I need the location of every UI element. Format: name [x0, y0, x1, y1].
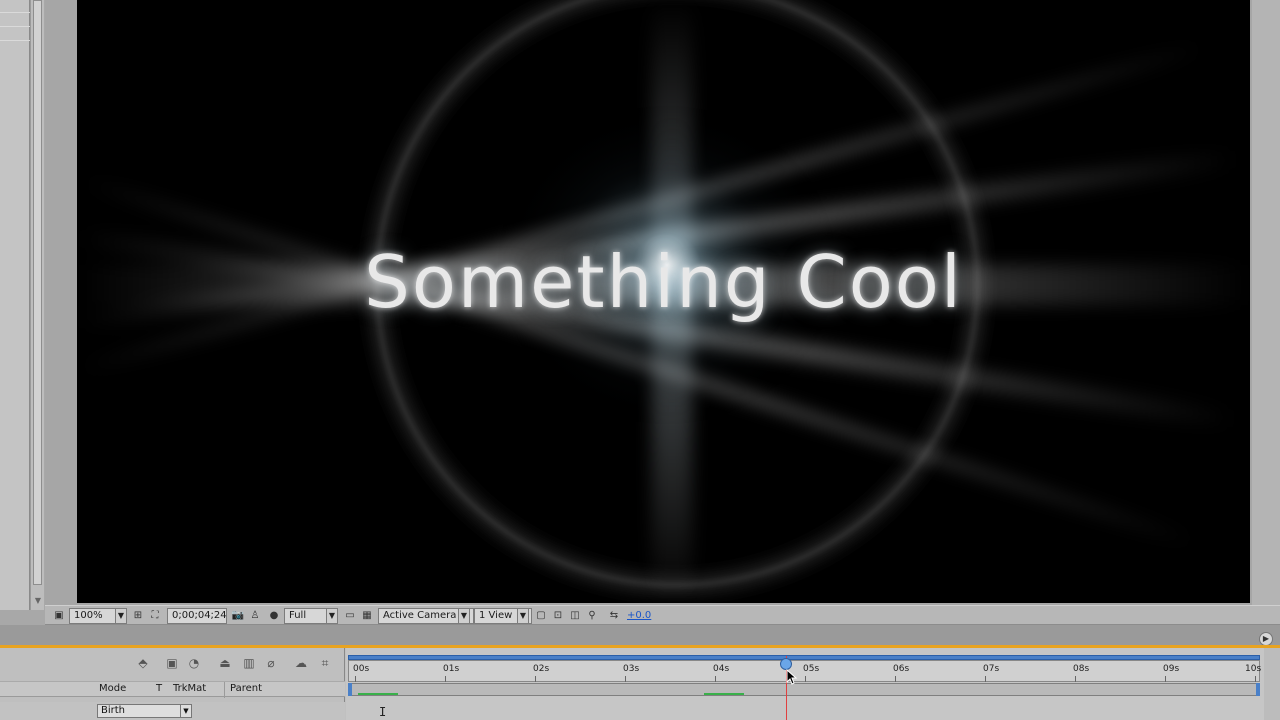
ruler-tick: [895, 676, 896, 682]
snapshot-icon[interactable]: 📷: [231, 609, 245, 623]
motion-blur-icon[interactable]: ⌀: [262, 655, 280, 671]
keyframe-marker[interactable]: [704, 693, 744, 695]
t-column-header[interactable]: T: [156, 683, 162, 694]
time-graph[interactable]: 00s 01s 02s 03s 04s 05s 06s 07s 08s 09s 10s I: [346, 648, 1280, 720]
ruler-tick: [625, 676, 626, 682]
time-ruler[interactable]: 00s 01s 02s 03s 04s 05s 06s 07s 08s 09s 10s: [348, 660, 1262, 682]
layer-mode-value: Birth: [101, 705, 126, 716]
ruler-tick: [355, 676, 356, 682]
graph-editor-icon[interactable]: ⌗: [316, 655, 334, 671]
ruler-tick: [985, 676, 986, 682]
chevron-down-icon[interactable]: ▼: [326, 608, 338, 624]
ruler-tick: [1255, 676, 1256, 682]
ruler-tick-label: 09s: [1163, 664, 1180, 674]
current-time-display[interactable]: 0;00;04;24: [167, 608, 227, 624]
transparency-grid-icon[interactable]: ▦: [360, 609, 374, 623]
ruler-tick-label: 07s: [983, 664, 1000, 674]
ruler-tick-label: 08s: [1073, 664, 1090, 674]
ruler-tick: [1165, 676, 1166, 682]
region-of-interest-icon[interactable]: ▭: [343, 609, 357, 623]
parent-column-header[interactable]: Parent: [230, 683, 262, 694]
layer-row: Birth ▼: [0, 702, 345, 720]
grid-guides-icon[interactable]: ⊞: [131, 609, 145, 623]
draft-3d-icon[interactable]: ◔: [185, 655, 203, 671]
show-snapshot-icon[interactable]: ♙: [248, 609, 262, 623]
toggle-pixel-aspect-icon[interactable]: ▢: [534, 609, 548, 623]
always-preview-icon[interactable]: ▣: [52, 609, 66, 623]
chevron-down-icon[interactable]: ▼: [115, 608, 127, 624]
chevron-down-icon[interactable]: ▼: [517, 608, 529, 624]
channel-icon[interactable]: ●: [267, 609, 281, 623]
flowchart-icon[interactable]: ⚲: [585, 609, 599, 623]
ruler-tick: [715, 676, 716, 682]
ruler-tick-label: 01s: [443, 664, 460, 674]
composition-panel-edge: [1252, 0, 1280, 605]
ruler-tick: [1075, 676, 1076, 682]
reset-exposure-icon[interactable]: ⇆: [607, 609, 621, 623]
composition-mini-flowchart-icon[interactable]: ⬘: [134, 655, 152, 671]
ruler-tick-label: 10s: [1245, 664, 1262, 674]
close-icon[interactable]: ▶: [1259, 632, 1273, 646]
ruler-tick: [445, 676, 446, 682]
scroll-down-icon[interactable]: ▼: [33, 596, 43, 606]
timeline-panel: ⬘ ▣ ◔ ⏏ ▥ ⌀ ☁ ⌗ Mode T TrkMat Parent Bir…: [0, 648, 1280, 720]
panel-divider[interactable]: [0, 625, 1280, 647]
mask-visibility-icon[interactable]: ⛶: [148, 609, 162, 623]
keyframe-marker[interactable]: [358, 693, 398, 695]
project-panel-scrollbar[interactable]: ▼: [30, 0, 44, 610]
hide-shy-layers-icon[interactable]: ⏏: [216, 655, 234, 671]
timeline-icon[interactable]: ◫: [568, 609, 582, 623]
trkmat-column-header[interactable]: TrkMat: [173, 683, 206, 694]
scrollbar-thumb[interactable]: [33, 0, 42, 585]
timeline-scrollbar[interactable]: [1264, 648, 1280, 720]
live-update-icon[interactable]: ▣: [163, 655, 181, 671]
chevron-down-icon[interactable]: ▼: [180, 705, 191, 717]
ruler-tick-label: 03s: [623, 664, 640, 674]
project-panel: [0, 0, 30, 610]
frame-blending-icon[interactable]: ▥: [240, 655, 258, 671]
ruler-tick-label: 06s: [893, 664, 910, 674]
ruler-tick: [805, 676, 806, 682]
brainstorm-icon[interactable]: ☁: [292, 655, 310, 671]
layer-duration-bar[interactable]: [348, 683, 1260, 696]
ruler-tick-label: 04s: [713, 664, 730, 674]
timeline-column-headers: Mode T TrkMat Parent: [0, 681, 345, 698]
text-cursor-icon: I: [379, 705, 387, 719]
ruler-tick: [535, 676, 536, 682]
chevron-down-icon[interactable]: ▼: [458, 608, 470, 624]
mouse-pointer-icon: [786, 669, 798, 685]
fast-previews-icon[interactable]: ⊡: [551, 609, 565, 623]
ruler-tick-label: 02s: [533, 664, 550, 674]
layer-mode-dropdown[interactable]: Birth ▼: [97, 704, 192, 718]
mode-column-header[interactable]: Mode: [99, 683, 126, 694]
ruler-tick-label: 05s: [803, 664, 820, 674]
viewer-toolbar: ▣ 100% ▼ ⊞ ⛶ 0;00;04;24 📷 ♙ ● Full ▼ ▭ ▦…: [45, 605, 1280, 625]
layer-outline: ⬘ ▣ ◔ ⏏ ▥ ⌀ ☁ ⌗ Mode T TrkMat Parent Bir…: [0, 648, 345, 720]
composition-viewer[interactable]: Something Cool: [77, 0, 1250, 603]
composition-title-text: Something Cool: [364, 240, 963, 324]
exposure-value[interactable]: +0.0: [627, 609, 651, 623]
ruler-tick-label: 00s: [353, 664, 370, 674]
after-effects-window: ▼ Something Cool ▣ 100% ▼ ⊞ ⛶ 0;00;04;24…: [0, 0, 1280, 720]
